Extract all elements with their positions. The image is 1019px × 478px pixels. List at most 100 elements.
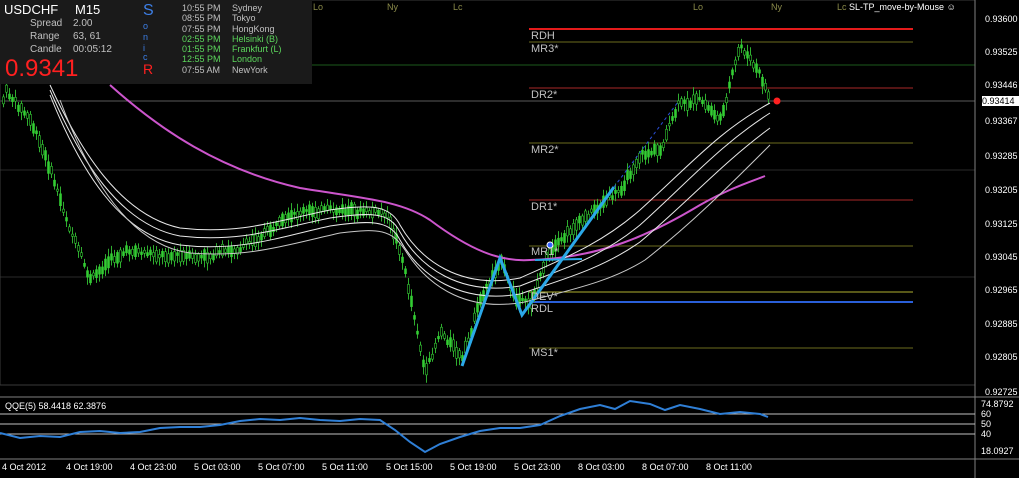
price-axis-label: 0.92725: [985, 387, 1018, 397]
candle-body: [539, 272, 542, 277]
price-axis-label: 0.93525: [985, 47, 1018, 57]
candle-body: [404, 268, 407, 275]
session-label-london-open: Lo: [693, 2, 704, 12]
candle-body: [758, 69, 761, 74]
candle-body: [23, 110, 26, 116]
candle-body: [746, 51, 749, 59]
moving-averages: [49, 84, 771, 305]
candle-body: [329, 205, 332, 210]
level-label-dev: DEV*: [531, 291, 558, 303]
candle-body: [656, 144, 659, 156]
level-label-mr2: MR2*: [531, 144, 559, 156]
candle-body: [626, 169, 629, 181]
time-axis-label: 5 Oct 11:00: [322, 462, 368, 472]
candle-body: [41, 144, 44, 156]
candle-body: [695, 93, 698, 105]
candle-body: [623, 180, 626, 191]
price-axis-label: 0.93285: [985, 151, 1018, 161]
candle-body: [350, 202, 353, 215]
session-city: Helsinki (B): [232, 33, 279, 44]
symbol-name: USDCHF: [4, 2, 59, 17]
candle-body: [407, 284, 410, 294]
candle-body: [227, 246, 230, 254]
qqe-indicator-title: QQE(5) 58.4418 62.3876: [5, 401, 107, 411]
candle-body: [755, 63, 758, 73]
candle-body: [74, 236, 77, 244]
candle-body: [377, 209, 380, 216]
candle-body: [29, 114, 32, 126]
candle-body: [704, 99, 707, 110]
candle-body: [140, 251, 143, 255]
candle-body: [191, 253, 194, 259]
candle-body: [47, 161, 50, 174]
session-label-london-close: Lc: [453, 2, 463, 12]
session-time: 07:55 AM: [182, 64, 221, 75]
candle-body: [284, 214, 287, 224]
candle-body: [632, 164, 635, 175]
sl-tp-tool-label[interactable]: SL-TP_move-by-Mouse ☺: [849, 2, 956, 12]
candle-body: [275, 222, 278, 226]
candle-body: [353, 203, 356, 217]
candle-body: [200, 254, 203, 259]
candle-body: [440, 326, 443, 337]
candle-body: [44, 150, 47, 161]
candle-body: [434, 342, 437, 349]
candle-body: [767, 91, 770, 100]
candle-body: [38, 135, 41, 148]
time-axis-label: 4 Oct 2012: [2, 462, 47, 472]
session-label-london-open: Lo: [313, 2, 324, 12]
range-label: Range: [30, 31, 60, 42]
session-time: 08:55 PM: [182, 13, 221, 24]
candle-body: [110, 253, 113, 261]
candle-body: [320, 205, 323, 212]
candle-body: [185, 252, 188, 260]
candle-body: [32, 123, 35, 134]
candle-body: [119, 249, 122, 263]
candle-body: [677, 100, 680, 105]
candle-body: [638, 152, 641, 164]
candle-body: [233, 248, 236, 254]
session-city: Tokyo: [232, 13, 256, 24]
current-price-marker[interactable]: [773, 97, 781, 105]
candle-body: [701, 99, 704, 105]
session-city: Frankfurt (L): [232, 44, 282, 55]
candle-body: [107, 256, 110, 269]
candle-body: [437, 336, 440, 340]
candle-body: [680, 98, 683, 107]
candle-body: [104, 258, 107, 271]
candle-body: [128, 249, 131, 255]
candle-body: [254, 234, 257, 247]
candle-body: [575, 219, 578, 231]
candle-body: [167, 253, 170, 264]
session-row: 07:55 PM HongKong: [182, 24, 282, 34]
time-axis-label: 4 Oct 23:00: [130, 462, 177, 472]
candle-body: [311, 206, 314, 217]
spread-value: 2.00: [73, 18, 93, 29]
candle-body: [65, 217, 68, 222]
time-axis-label: 4 Oct 19:00: [66, 462, 113, 472]
level-label-ms1: MS1*: [531, 347, 558, 359]
candle-body: [443, 333, 446, 339]
qqe-line: [0, 399, 769, 454]
candle-body: [749, 54, 752, 62]
candle-body: [35, 130, 38, 135]
sonic-letter: n: [143, 32, 149, 42]
candle-body: [305, 209, 308, 212]
candle-body: [137, 248, 140, 254]
candle-body: [365, 207, 368, 212]
candle-body: [290, 210, 293, 223]
session-row: 10:55 PM Sydney: [182, 3, 282, 13]
timeframe: M15: [75, 2, 101, 17]
candle-body: [611, 195, 614, 200]
candle-body: [359, 207, 362, 212]
candle-label: Candle: [30, 44, 62, 55]
candle-body: [668, 123, 671, 127]
candle-body: [590, 208, 593, 213]
session-row: 02:55 PM Helsinki (B): [182, 34, 282, 44]
candle-body: [62, 208, 65, 213]
candle-body: [323, 206, 326, 211]
candle-body: [710, 105, 713, 116]
candle-body: [302, 207, 305, 214]
level-label-mr3: MR3*: [531, 43, 559, 55]
candle-body: [560, 237, 563, 242]
